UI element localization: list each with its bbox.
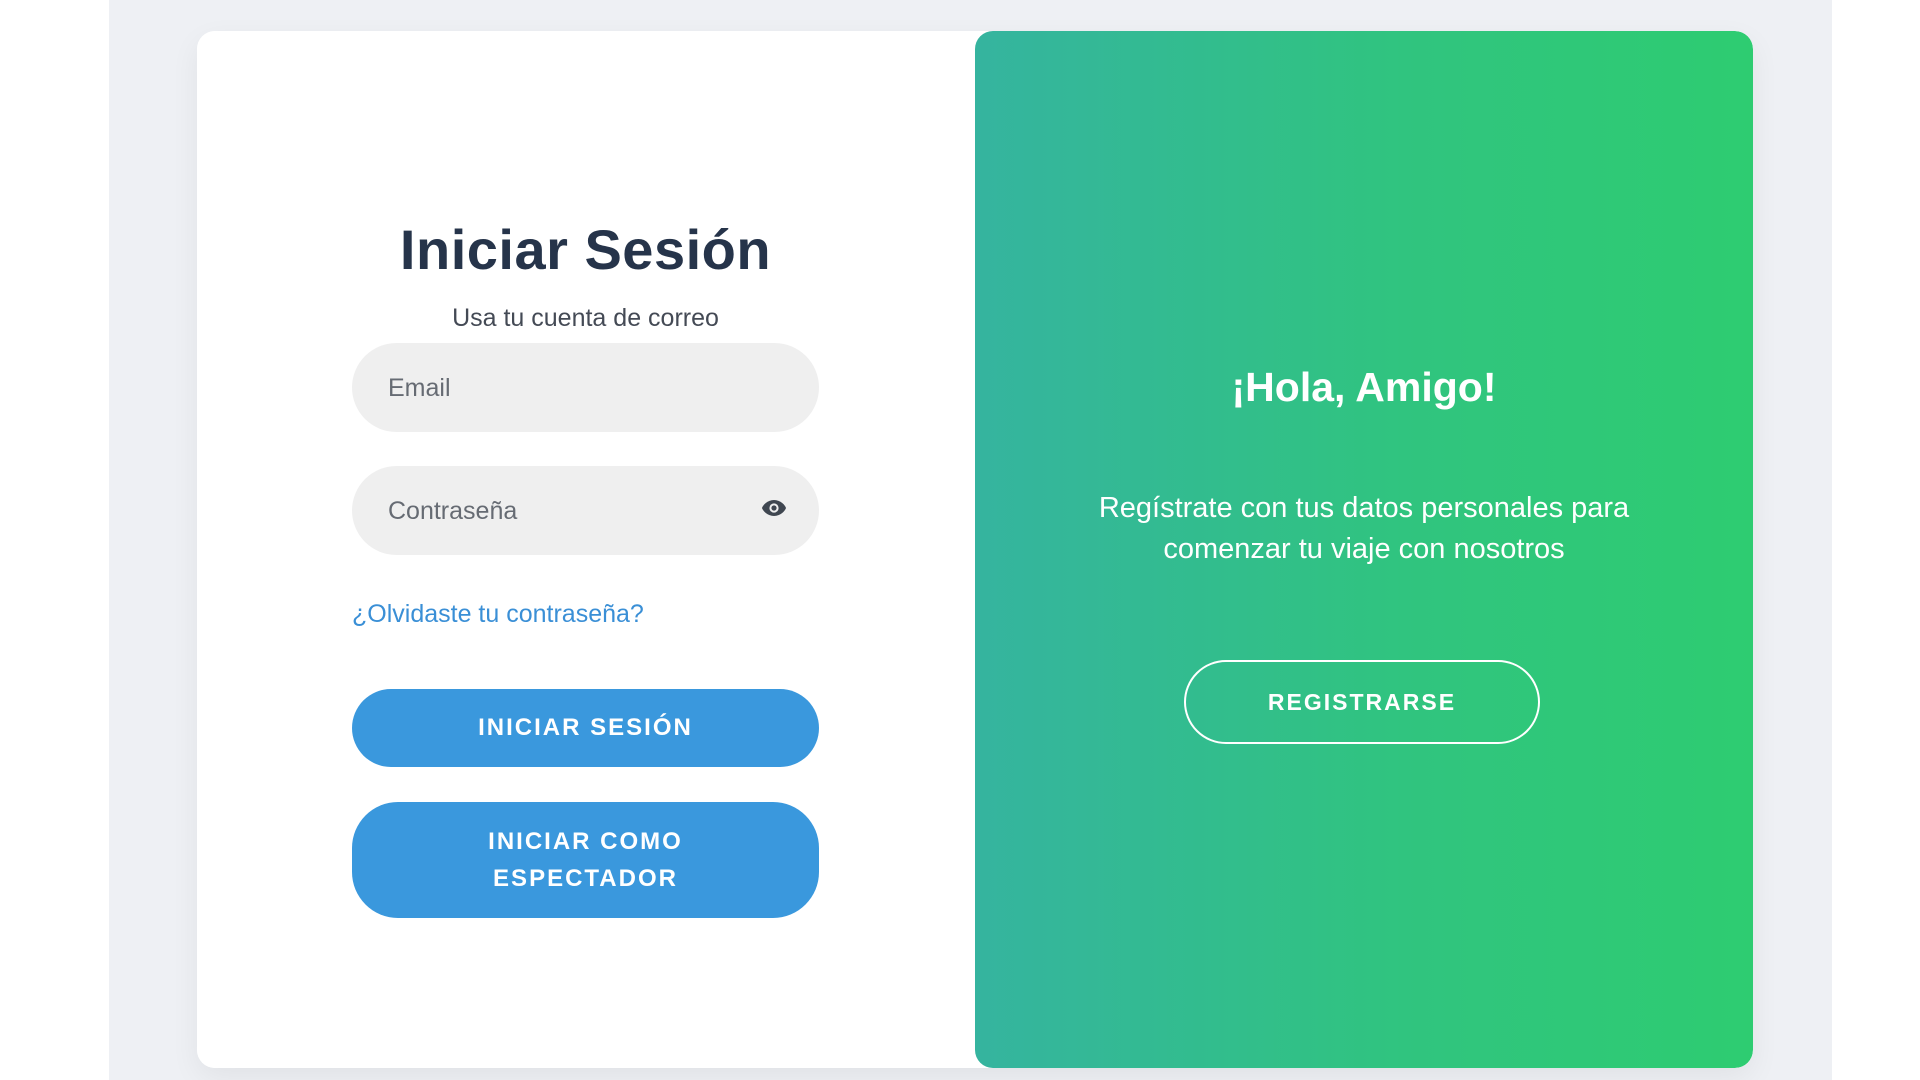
register-panel: ¡Hola, Amigo! Regístrate con tus datos p… [975,31,1753,1068]
eye-icon[interactable] [761,499,787,517]
login-button[interactable]: INICIAR SESIÓN [352,689,819,767]
forgot-password-link[interactable]: ¿Olvidaste tu contraseña? [352,600,644,629]
login-panel: Iniciar Sesión Usa tu cuenta de correo ¿… [197,31,974,1068]
login-subtitle: Usa tu cuenta de correo [452,304,719,332]
password-input[interactable] [386,466,750,557]
register-heading: ¡Hola, Amigo! [1231,364,1497,410]
register-message: Regístrate con tus datos personales para… [1098,492,1630,565]
spectator-button-label-line2: ESPECTADOR [493,865,678,892]
spectator-login-button[interactable]: INICIAR COMO ESPECTADOR [352,802,819,918]
register-button[interactable]: REGISTRARSE [1184,660,1540,744]
email-field-wrapper [352,343,819,434]
login-title: Iniciar Sesión [399,218,772,281]
spectator-button-label-line1: INICIAR COMO [488,828,683,855]
email-input[interactable] [386,343,750,434]
auth-card: Iniciar Sesión Usa tu cuenta de correo ¿… [197,31,1753,1068]
password-field-wrapper [352,466,819,557]
